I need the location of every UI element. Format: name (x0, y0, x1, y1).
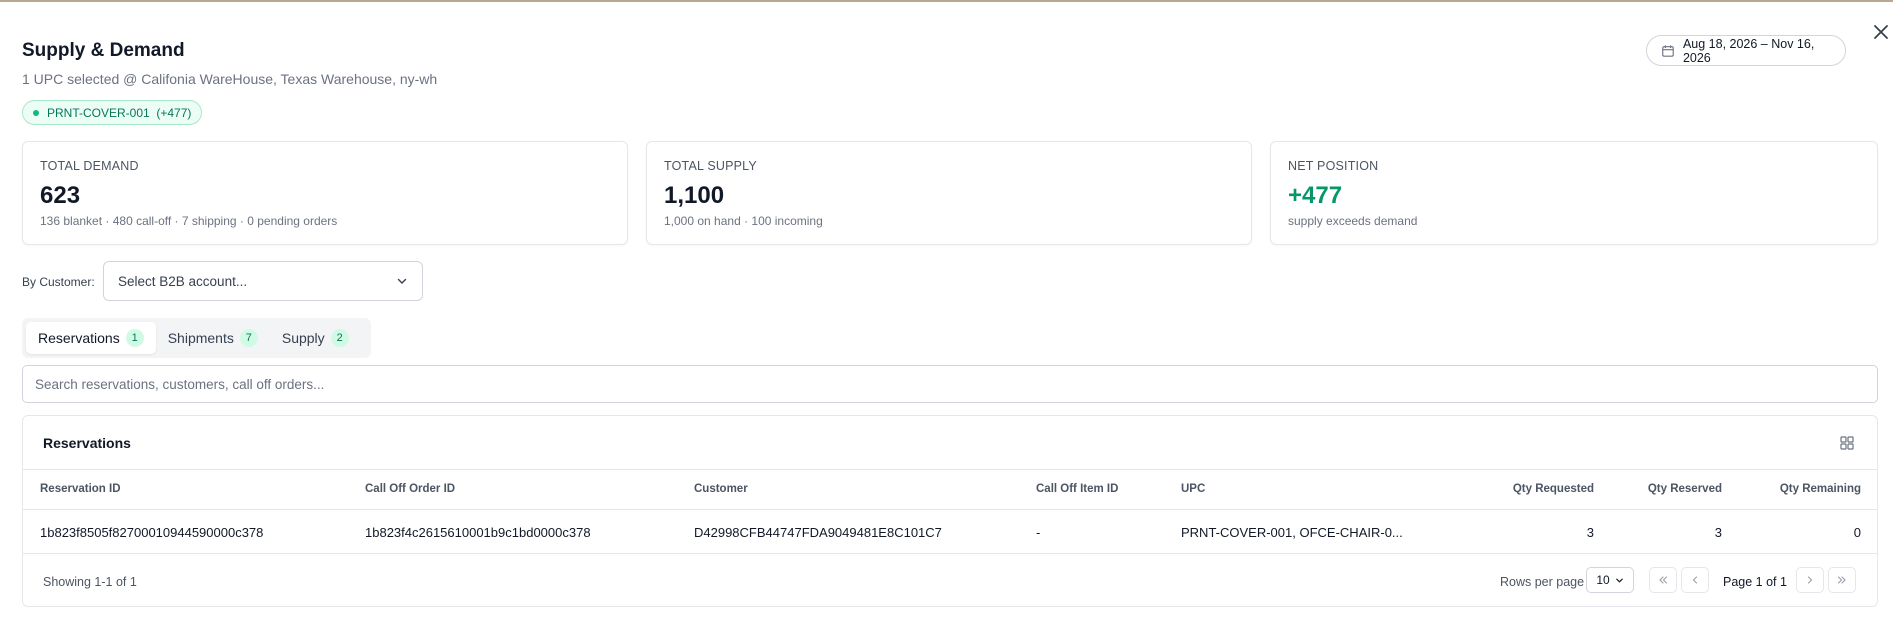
customer-filter-label: By Customer: (22, 275, 95, 289)
dialog-subtitle: 1 UPC selected @ Califonia WareHouse, Te… (22, 71, 438, 87)
tab-count-badge: 2 (330, 329, 349, 347)
supply-demand-dialog: Supply & Demand 1 UPC selected @ Califon… (0, 2, 1893, 633)
first-page-button[interactable] (1649, 567, 1677, 593)
customer-select-placeholder: Select B2B account... (118, 273, 248, 289)
chevron-right-icon (1807, 576, 1813, 584)
chevron-left-icon (1692, 576, 1698, 584)
chevrons-left-icon (1659, 576, 1668, 584)
table-title: Reservations (43, 435, 131, 451)
close-icon[interactable] (1871, 22, 1891, 42)
tab-count-badge: 7 (239, 329, 258, 347)
card-label: TOTAL SUPPLY (664, 159, 757, 173)
card-value: 623 (40, 182, 81, 209)
qty-remaining-cell: 0 (1853, 525, 1861, 540)
card-subtext: 1,000 on hand · 100 incoming (664, 214, 823, 228)
upc-chip-label: PRNT-COVER-001 (+477) (47, 105, 192, 120)
showing-count: Showing 1-1 of 1 (43, 575, 137, 589)
customer-cell: D42998CFB44747FDA9049481E8C101C7 (694, 525, 942, 540)
total-supply-card: TOTAL SUPPLY 1,100 1,000 on hand · 100 i… (646, 141, 1252, 245)
reservations-table-card: Reservations Reservation ID Call Off Ord… (22, 415, 1878, 607)
rows-per-page-select[interactable]: 10 (1586, 567, 1634, 593)
column-header[interactable]: Qty Remaining (1780, 483, 1861, 495)
search-input[interactable] (22, 365, 1878, 403)
status-dot-icon (33, 109, 39, 116)
tab-label: Supply (281, 330, 325, 346)
calendar-icon (1662, 44, 1674, 57)
last-page-button[interactable] (1828, 567, 1856, 593)
card-value: +477 (1288, 182, 1343, 209)
tab-count-badge: 1 (125, 329, 144, 347)
card-subtext: 136 blanket · 480 call-off · 7 shipping … (40, 214, 338, 228)
tab-label: Reservations (38, 330, 120, 346)
table-header-row: Reservation ID Call Off Order ID Custome… (23, 470, 1877, 510)
qty-reserved-cell: 3 (1714, 525, 1722, 540)
column-header[interactable]: Qty Requested (1513, 483, 1594, 495)
reservation-id-cell: 1b823f8505f82700010944590000c378 (40, 525, 264, 540)
column-header[interactable]: Call Off Item ID (1036, 483, 1118, 495)
card-subtext: supply exceeds demand (1288, 214, 1418, 228)
page-indicator: Page 1 of 1 (1723, 575, 1787, 589)
table-footer: Showing 1-1 of 1 Rows per page 10 Page 1… (23, 554, 1877, 608)
previous-page-button[interactable] (1681, 567, 1709, 593)
card-label: NET POSITION (1288, 159, 1379, 173)
next-page-button[interactable] (1796, 567, 1824, 593)
card-value: 1,100 (664, 182, 725, 209)
total-demand-card: TOTAL DEMAND 623 136 blanket · 480 call-… (22, 141, 628, 245)
qty-requested-cell: 3 (1586, 525, 1594, 540)
column-layout-icon[interactable] (1839, 435, 1855, 451)
column-header[interactable]: Call Off Order ID (365, 483, 455, 495)
chevron-down-icon (397, 278, 407, 284)
tab-shipments[interactable]: Shipments 7 (156, 322, 270, 354)
card-label: TOTAL DEMAND (40, 159, 139, 173)
rows-per-page-label: Rows per page (1500, 575, 1585, 589)
date-range-label: Aug 18, 2026 – Nov 16, 2026 (1682, 36, 1815, 65)
table-card-header: Reservations (23, 416, 1877, 470)
rows-per-page-value: 10 (1596, 573, 1610, 587)
customer-select[interactable]: Select B2B account... (103, 261, 423, 301)
column-header[interactable]: Reservation ID (40, 483, 121, 495)
net-position-card: NET POSITION +477 supply exceeds demand (1270, 141, 1878, 245)
call-off-item-id-cell: - (1036, 525, 1041, 540)
call-off-order-id-cell: 1b823f4c2615610001b9c1bd0000c378 (365, 525, 591, 540)
upc-cell: PRNT-COVER-001, OFCE-CHAIR-0... (1181, 525, 1403, 540)
column-header[interactable]: UPC (1181, 483, 1205, 495)
chevron-down-icon (1615, 578, 1623, 583)
tab-label: Shipments (167, 330, 234, 346)
column-header[interactable]: Qty Reserved (1648, 483, 1722, 495)
table-row[interactable]: 1b823f8505f82700010944590000c378 1b823f4… (23, 510, 1877, 554)
tab-bar: Reservations 1 Shipments 7 Supply 2 (22, 318, 371, 358)
column-header[interactable]: Customer (694, 483, 748, 495)
dialog-title: Supply & Demand (22, 40, 185, 61)
tab-supply[interactable]: Supply 2 (270, 322, 361, 354)
chevrons-right-icon (1837, 576, 1846, 584)
date-range-button[interactable]: Aug 18, 2026 – Nov 16, 2026 (1646, 35, 1846, 66)
tab-reservations[interactable]: Reservations 1 (26, 322, 156, 354)
upc-chip[interactable]: PRNT-COVER-001 (+477) (22, 100, 203, 125)
